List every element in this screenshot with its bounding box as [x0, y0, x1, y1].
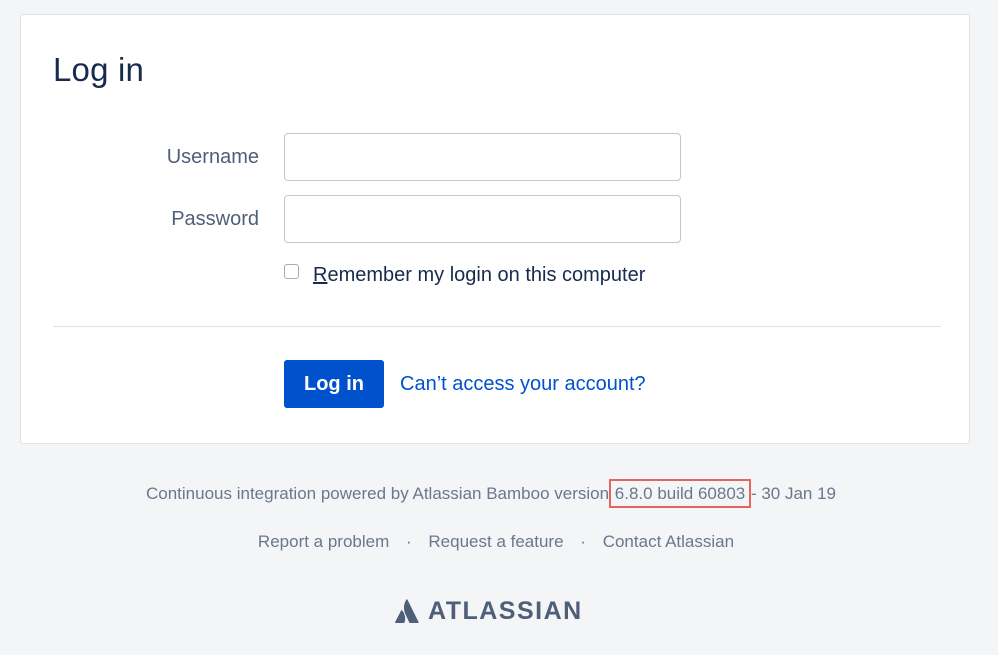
login-button[interactable]: Log in [284, 360, 384, 408]
page-title: Log in [53, 51, 145, 88]
password-input[interactable] [284, 195, 681, 243]
login-card: Log in Username Password Remember my log… [20, 14, 970, 444]
contact-atlassian-link[interactable]: Contact Atlassian [603, 532, 734, 551]
report-problem-link[interactable]: Report a problem [258, 532, 389, 551]
remember-me-checkbox[interactable] [284, 263, 299, 279]
version-build-highlight: 6.8.0 build 60803 [608, 479, 752, 508]
remember-me-label-text: emember my login on this computer [327, 263, 646, 286]
atlassian-logo-text: ATLASSIAN [428, 596, 583, 625]
form-divider [53, 326, 941, 327]
remember-me-accesskey: R [313, 263, 328, 286]
powered-by-suffix: - 30 Jan 19 [746, 484, 837, 503]
footer-links: Report a problem · Request a feature · C… [0, 532, 995, 552]
password-row: Password [21, 195, 721, 243]
powered-by-text: Continuous integration powered by Atlass… [0, 479, 990, 508]
password-label: Password [171, 208, 259, 230]
request-feature-link[interactable]: Request a feature [428, 532, 563, 551]
powered-by-prefix: Continuous integration powered by Atlass… [145, 484, 614, 503]
remember-me-option[interactable]: Remember my login on this computer [284, 263, 645, 287]
remember-me-label[interactable]: Remember my login on this computer [313, 264, 645, 287]
username-input[interactable] [284, 133, 681, 181]
footer-separator: · [580, 532, 586, 551]
footer-separator: · [406, 532, 412, 551]
username-label: Username [166, 146, 259, 168]
atlassian-logo-icon [395, 599, 419, 623]
atlassian-logo: ATLASSIAN [395, 596, 583, 626]
username-row: Username [21, 133, 721, 181]
cant-access-account-link[interactable]: Can’t access your account? [400, 373, 646, 396]
